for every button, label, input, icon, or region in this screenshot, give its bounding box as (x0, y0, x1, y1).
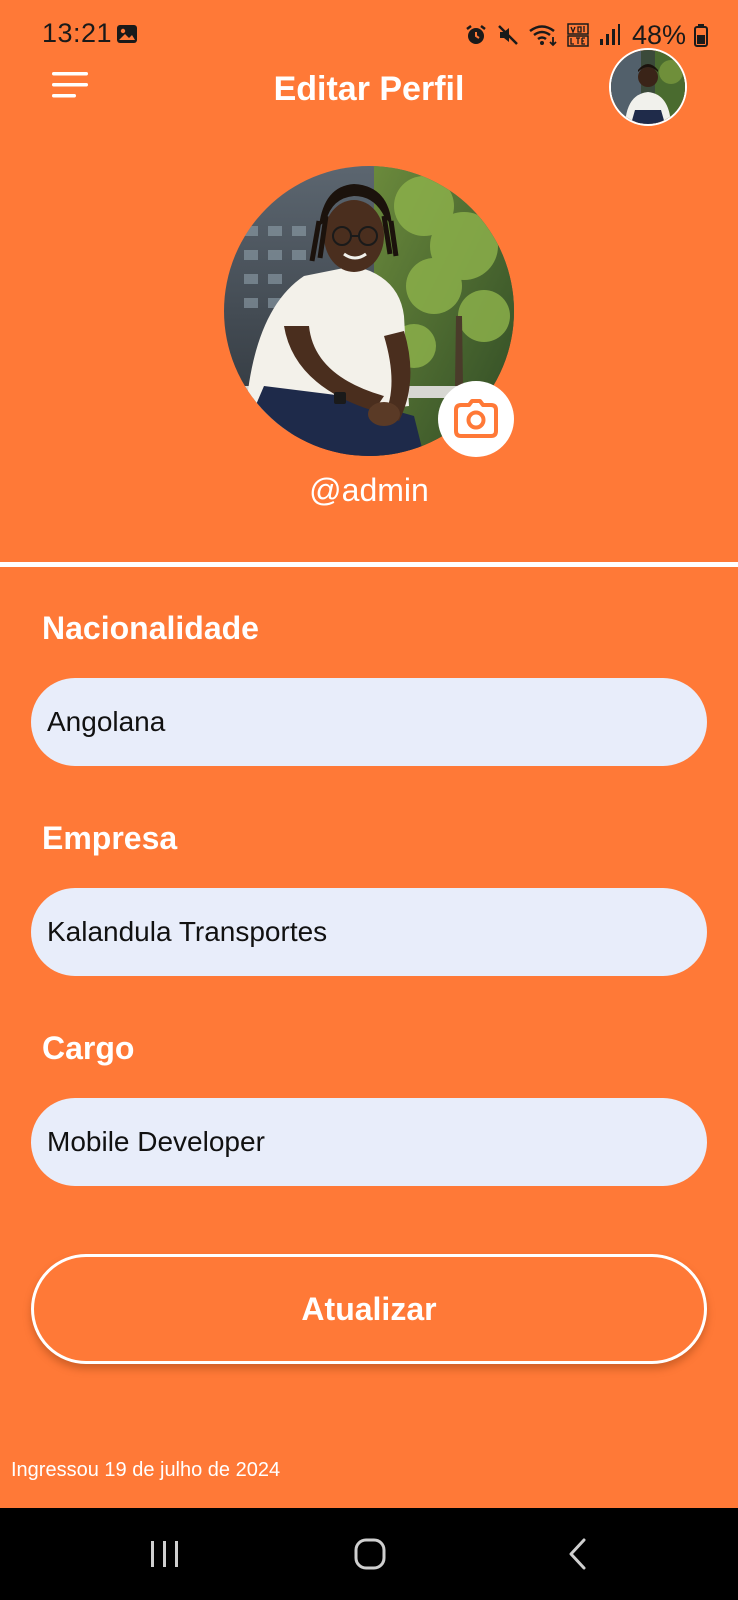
role-label: Cargo (42, 1030, 135, 1066)
wifi-icon (529, 25, 557, 47)
status-time: 13:21 (42, 18, 113, 48)
divider (0, 562, 738, 567)
nationality-field[interactable]: Angolana (31, 678, 707, 766)
company-label: Empresa (42, 820, 178, 856)
alarm-icon (466, 25, 486, 44)
status-icons: 48% (464, 18, 708, 52)
change-photo-button[interactable] (438, 381, 514, 457)
camera-icon (454, 399, 498, 438)
recents-icon (151, 1541, 178, 1567)
back-icon (569, 1538, 586, 1570)
recents-button[interactable] (135, 1530, 195, 1578)
role-field[interactable]: Mobile Developer (31, 1098, 707, 1186)
update-button[interactable]: Atualizar (31, 1254, 707, 1364)
avatar-image (611, 50, 685, 124)
nationality-label: Nacionalidade (42, 610, 259, 646)
gallery-notification-icon (117, 25, 137, 43)
home-button[interactable] (340, 1530, 400, 1578)
back-button[interactable] (548, 1530, 608, 1578)
signal-icon (599, 24, 620, 45)
joined-date-text: Ingressou 19 de julho de 2024 (11, 1459, 281, 1481)
app-bar: Editar Perfil (0, 48, 738, 132)
home-icon (354, 1538, 386, 1570)
mute-icon (498, 25, 518, 45)
avatar[interactable] (609, 48, 687, 126)
company-field[interactable]: Kalandula Transportes (31, 888, 707, 976)
battery-icon (694, 24, 708, 47)
battery-percentage: 48% (631, 19, 686, 50)
username: @admin (309, 472, 429, 508)
volte-icon (567, 23, 589, 47)
system-nav-bar (0, 1508, 738, 1600)
